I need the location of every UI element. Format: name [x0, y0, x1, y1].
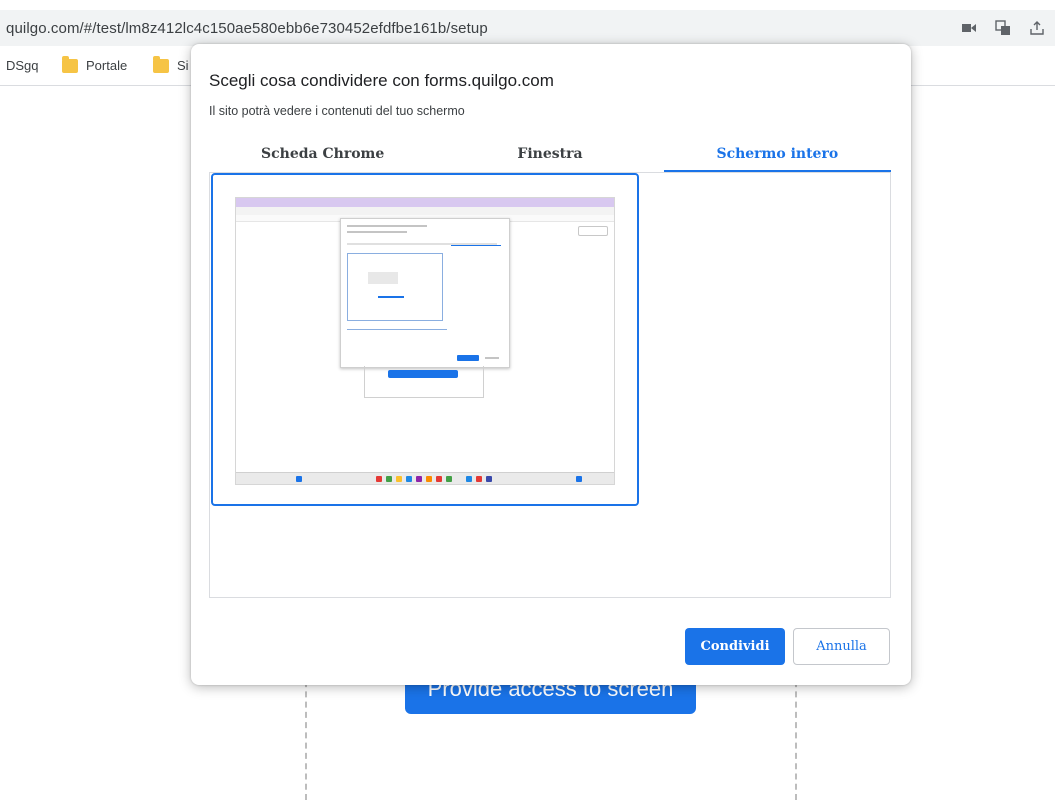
bookmark-label: DSgq [6, 58, 39, 73]
cancel-button[interactable]: Annulla [793, 628, 890, 665]
folder-icon [62, 55, 78, 73]
address-bar[interactable]: quilgo.com/#/test/lm8z412lc4c150ae580ebb… [0, 10, 1055, 46]
tab-bar: Scheda Chrome Finestra Schermo intero [209, 136, 892, 172]
share-screen-dialog: Scegli cosa condividere con forms.quilgo… [191, 44, 911, 685]
camera-icon[interactable] [959, 18, 979, 38]
bookmark-folder[interactable]: Si [153, 55, 189, 73]
folder-icon [153, 55, 169, 73]
tab-entire-screen[interactable]: Schermo intero [663, 136, 892, 172]
share-icon[interactable] [1027, 18, 1047, 38]
screen-preview [235, 197, 615, 485]
translate-icon[interactable] [993, 18, 1013, 38]
screen-thumbnail-card[interactable] [211, 173, 639, 506]
url-text[interactable]: quilgo.com/#/test/lm8z412lc4c150ae580ebb… [6, 20, 488, 37]
bookmark-folder[interactable]: Portale [62, 55, 128, 73]
dialog-subtitle: Il sito potrà vedere i contenuti del tuo… [209, 104, 465, 118]
bookmark-label: Portale [86, 58, 128, 73]
share-button[interactable]: Condividi [685, 628, 785, 665]
bookmark-item[interactable]: DSgq [6, 58, 39, 73]
tab-window[interactable]: Finestra [436, 136, 663, 172]
bookmark-label: Si [177, 58, 189, 73]
tab-chrome-tab[interactable]: Scheda Chrome [209, 136, 436, 172]
dialog-title: Scegli cosa condividere con forms.quilgo… [209, 71, 554, 90]
